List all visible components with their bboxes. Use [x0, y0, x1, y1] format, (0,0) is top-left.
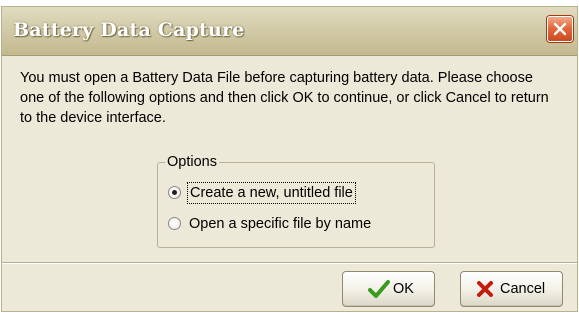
- dialog-window: Battery Data Capture You must open a Bat…: [1, 6, 578, 312]
- close-icon: [553, 22, 567, 36]
- close-button[interactable]: [547, 16, 573, 42]
- options-legend: Options: [165, 154, 219, 170]
- cancel-button-label: Cancel: [500, 281, 546, 297]
- button-area-divider: [2, 262, 577, 264]
- radio-button-selected[interactable]: [168, 186, 181, 199]
- ok-button[interactable]: OK: [342, 271, 435, 307]
- radio-button-unselected[interactable]: [168, 217, 181, 230]
- checkmark-icon: [368, 280, 390, 298]
- radio-dot: [172, 190, 177, 195]
- option-label[interactable]: Open a specific file by name: [187, 214, 373, 234]
- x-mark-icon: [477, 281, 493, 297]
- title-bar[interactable]: Battery Data Capture: [2, 7, 577, 56]
- instruction-message: You must open a Battery Data File before…: [20, 70, 549, 126]
- cancel-button[interactable]: Cancel: [460, 271, 563, 307]
- ok-button-label: OK: [393, 281, 414, 297]
- window-title: Battery Data Capture: [13, 19, 245, 41]
- option-label[interactable]: Create a new, untitled file: [187, 182, 356, 204]
- options-groupbox: Options Create a new, untitled file Open…: [157, 154, 435, 248]
